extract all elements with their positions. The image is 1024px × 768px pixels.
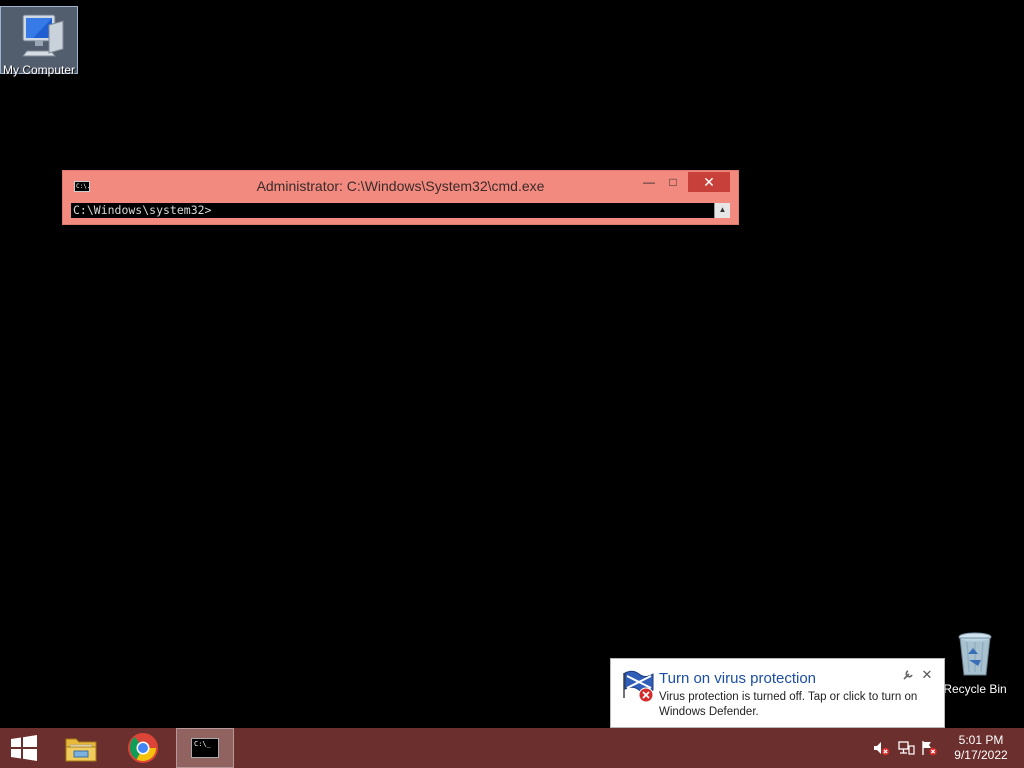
action-center-flag-icon[interactable]	[920, 740, 938, 756]
desktop-icon-my-computer[interactable]: My Computer	[0, 6, 78, 77]
system-clock[interactable]: 5:01 PM 9/17/2022	[944, 733, 1018, 763]
notification-message[interactable]: Virus protection is turned off. Tap or c…	[659, 690, 939, 720]
desktop-icon-label: Recycle Bin	[943, 682, 1007, 696]
taskbar-cmd[interactable]: C:\_	[176, 728, 234, 768]
computer-icon	[21, 14, 64, 57]
minimize-button[interactable]: —	[637, 172, 661, 192]
notification-title[interactable]: Turn on virus protection	[659, 670, 816, 687]
defender-flag-warning-icon	[623, 670, 654, 703]
scrollbar-up-arrow-icon[interactable]: ▲	[714, 203, 730, 218]
cmd-window[interactable]: C:\. Administrator: C:\Windows\System32\…	[62, 170, 739, 225]
desktop-icon-recycle-bin[interactable]: Recycle Bin	[936, 630, 1014, 696]
taskbar-file-explorer[interactable]	[58, 728, 104, 768]
command-prompt-line: C:\Windows\system32>	[73, 203, 212, 217]
desktop-icon-label: My Computer	[2, 63, 76, 77]
cmd-taskbar-icon: C:\_	[191, 738, 219, 758]
recycle-bin-icon	[958, 632, 992, 676]
notification-options-icon[interactable]	[901, 669, 915, 683]
close-button[interactable]: ✕	[688, 172, 730, 192]
clock-time: 5:01 PM	[958, 733, 1004, 747]
taskbar: C:\_ 5:01 PM 9/17/2022	[0, 728, 1024, 768]
console-area[interactable]: C:\Windows\system32> ▲	[71, 203, 730, 218]
cmd-titlebar[interactable]: C:\. Administrator: C:\Windows\System32\…	[63, 171, 738, 201]
chrome-icon	[128, 733, 158, 763]
notification-close-button[interactable]: ✕	[920, 667, 934, 683]
windows-logo-icon	[11, 735, 37, 761]
cmd-taskbar-icon-text: C:\_	[194, 740, 211, 748]
maximize-button[interactable]: □	[661, 172, 685, 192]
clock-date: 9/17/2022	[954, 748, 1008, 762]
start-button[interactable]	[0, 728, 48, 768]
defender-notification[interactable]: Turn on virus protection Virus protectio…	[610, 658, 945, 742]
taskbar-chrome[interactable]	[120, 728, 166, 768]
network-icon[interactable]	[897, 740, 915, 756]
folder-icon	[65, 738, 97, 762]
volume-muted-icon[interactable]	[872, 740, 890, 756]
